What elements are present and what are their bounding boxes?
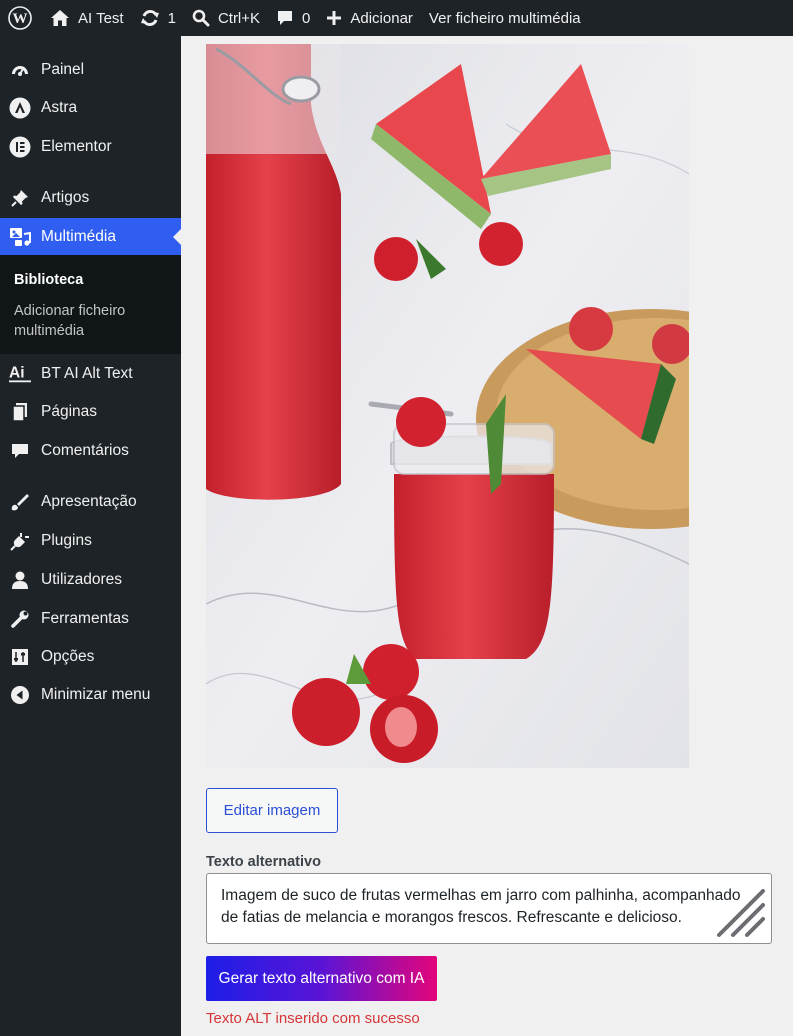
plugins-icon [9,530,31,552]
alt-text-label: Texto alternativo [206,854,321,870]
view-media-link[interactable]: Ver ficheiro multimédia [421,0,589,36]
search-shortcut-label: Ctrl+K [217,9,261,27]
success-message: Texto ALT inserido com sucesso [206,1010,420,1027]
menu-item-label: BT AI Alt Text [41,365,133,382]
admin-sidebar: Painel Astra Elementor Artigos Multimédi… [0,36,181,1036]
submenu-biblioteca[interactable]: Biblioteca [14,270,174,290]
settings-icon [9,646,31,668]
elementor-icon [9,136,31,158]
edit-image-button[interactable]: Editar imagem [206,788,338,833]
alt-text-value: Imagem de suco de frutas vermelhas em ja… [221,887,741,926]
appearance-icon [9,491,31,513]
search-icon [192,9,210,27]
updates-icon [140,9,159,27]
comment-bubble-icon [278,11,293,25]
menu-item-label: Plugins [41,532,92,549]
menu-item-label: Páginas [41,403,98,420]
menu-item-minimizar[interactable]: Minimizar menu [0,676,181,714]
view-media-label: Ver ficheiro multimédia [428,9,581,27]
pin-icon [9,187,31,209]
menu-item-label: Utilizadores [41,571,122,588]
menu-item-label: Astra [41,99,78,116]
menu-item-label: Opções [41,648,95,665]
media-icon [9,226,31,248]
wordpress-logo-icon: W [8,6,32,30]
add-new-link[interactable]: Adicionar [318,0,421,36]
comments-icon [9,440,31,462]
menu-item-astra[interactable]: Astra [0,89,181,127]
menu-item-painel[interactable]: Painel [0,51,181,89]
menu-item-comentarios[interactable]: Comentários [0,432,181,470]
resize-handle-icon[interactable] [715,887,767,939]
menu-item-elementor[interactable]: Elementor [0,128,181,166]
media-image-preview [206,44,689,768]
wordpress-logo-button[interactable]: W [0,0,42,36]
menu-item-label: Painel [41,61,85,78]
menu-item-label: Apresentação [41,493,137,510]
comments-count: 0 [302,9,311,27]
menu-item-opcoes[interactable]: Opções [0,638,181,676]
tools-icon [9,608,31,630]
menu-item-plugins[interactable]: Plugins [0,522,181,560]
menu-item-bt-ai-alt-text[interactable]: Ai BT AI Alt Text [0,355,181,393]
updates-count: 1 [167,9,176,27]
menu-item-apresentacao[interactable]: Apresentação [0,483,181,521]
site-name-label: AI Test [78,9,124,27]
svg-text:Ai: Ai [9,365,25,382]
admin-bar: W AI Test 1 Ctrl+K 0 Adicionar Ver fiche… [0,0,793,36]
menu-item-label: Elementor [41,138,112,155]
menu-item-label: Comentários [41,442,129,459]
menu-item-multimedia[interactable]: Multimédia [0,218,181,256]
pages-icon [9,401,31,423]
add-new-label: Adicionar [350,9,413,27]
menu-item-label: Multimédia [41,228,116,245]
ai-alt-text-icon: Ai [9,363,31,385]
menu-item-ferramentas[interactable]: Ferramentas [0,600,181,638]
comments-link[interactable]: 0 [268,0,318,36]
media-submenu: Biblioteca Adicionar ficheiro multimédia [0,255,181,354]
search-shortcut[interactable]: Ctrl+K [184,0,268,36]
menu-item-label: Ferramentas [41,610,129,627]
collapse-icon [9,684,31,706]
menu-item-label: Artigos [41,189,90,206]
menu-item-utilizadores[interactable]: Utilizadores [0,561,181,599]
generate-alt-text-button[interactable]: Gerar texto alternativo com IA [206,956,437,1001]
dashboard-icon [9,59,31,81]
alt-text-textarea[interactable]: Imagem de suco de frutas vermelhas em ja… [206,873,772,944]
plus-icon [327,11,342,25]
menu-item-paginas[interactable]: Páginas [0,393,181,431]
menu-item-artigos[interactable]: Artigos [0,179,181,217]
home-icon [51,10,69,26]
updates-link[interactable]: 1 [132,0,184,36]
astra-icon [9,97,31,119]
site-name-link[interactable]: AI Test [42,0,132,36]
submenu-add-media[interactable]: Adicionar ficheiro multimédia [14,301,174,341]
menu-item-label: Minimizar menu [41,686,151,703]
media-edit-panel: Editar imagem Texto alternativo Imagem d… [181,36,793,1036]
users-icon [9,569,31,591]
svg-text:W: W [13,11,28,27]
